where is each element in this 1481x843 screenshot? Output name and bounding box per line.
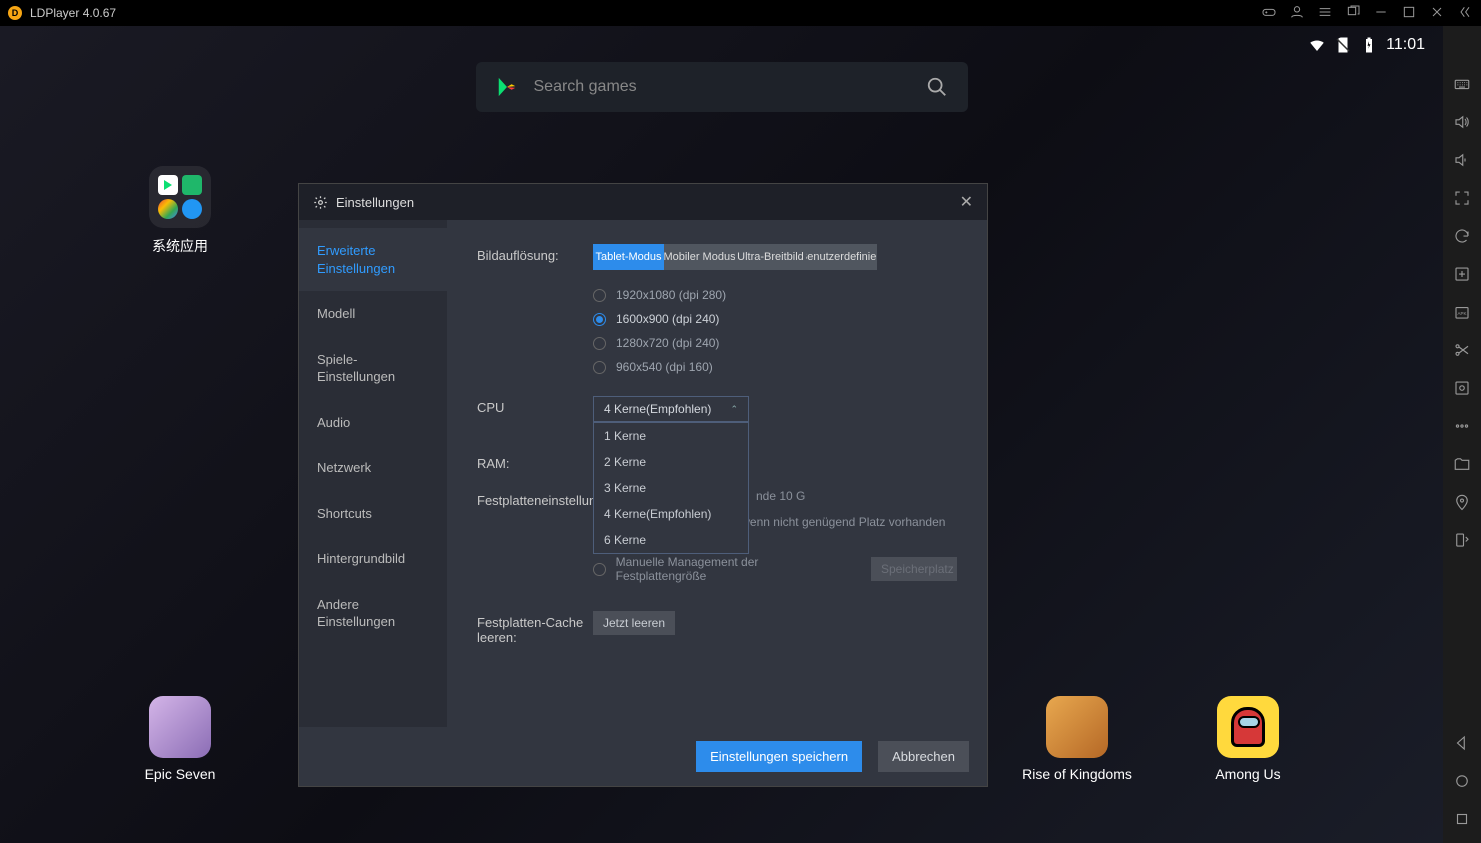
volume-down-icon[interactable] [1452,150,1472,170]
cache-label: Festplatten-Cache leeren: [477,611,593,645]
settings-modal: Einstellungen ✕ Erweiterte Einstellungen… [298,183,988,787]
operation-record-icon[interactable] [1452,378,1472,398]
cpu-opt-1[interactable]: 1 Kerne [594,423,748,449]
nav-game[interactable]: Spiele-Einstellungen [299,337,447,400]
nav-other[interactable]: Andere Einstellungen [299,582,447,645]
battery-icon [1360,36,1378,54]
cpu-dropdown-menu: 1 Kerne 2 Kerne 3 Kerne 4 Kerne(Empfohle… [593,422,749,554]
modal-header: Einstellungen ✕ [299,184,987,220]
apk-icon[interactable]: APK [1452,302,1472,322]
play-store-icon [496,75,518,99]
volume-up-icon[interactable] [1452,112,1472,132]
nav-network[interactable]: Netzwerk [299,445,447,491]
search-bar[interactable] [476,62,968,112]
system-apps-folder[interactable]: 系统应用 [135,166,225,256]
multi-window-icon[interactable] [1345,4,1361,23]
wifi-icon [1308,36,1326,54]
nav-model[interactable]: Modell [299,291,447,337]
home-icon[interactable] [1452,771,1472,791]
disk-label: Festplatteneinstellungen: [477,489,593,508]
tab-tablet[interactable]: Tablet-Modus [593,244,664,270]
expand-disk-button[interactable]: Speicherplatz erweitern [871,557,957,581]
menu-icon[interactable] [1317,4,1333,23]
res-960[interactable]: 960x540 (dpi 160) [593,360,957,374]
close-icon[interactable] [1429,4,1445,23]
svg-text:APK: APK [1457,311,1466,316]
chevron-up-icon: ⌃ [730,404,738,415]
tab-custom[interactable]: Benutzerdefiniert [806,244,877,270]
app-logo-icon: D [8,6,22,20]
search-icon[interactable] [926,76,948,98]
res-1280[interactable]: 1280x720 (dpi 240) [593,336,957,350]
fullscreen-icon[interactable] [1452,188,1472,208]
nav-shortcuts[interactable]: Shortcuts [299,491,447,537]
modal-close-button[interactable]: ✕ [960,192,973,212]
ram-label: RAM: [477,452,593,471]
cpu-opt-2[interactable]: 2 Kerne [594,449,748,475]
cpu-selected: 4 Kerne(Empfohlen) [604,402,711,416]
right-toolbar: APK [1443,26,1481,843]
cpu-opt-6[interactable]: 6 Kerne [594,527,748,553]
cancel-button[interactable]: Abbrechen [878,741,969,772]
app-rise-of-kingdoms[interactable]: Rise of Kingdoms [1022,696,1132,782]
minimize-icon[interactable] [1373,4,1389,23]
cpu-dropdown[interactable]: 4 Kerne(Empfohlen) ⌃ 1 Kerne 2 Kerne 3 K… [593,396,749,422]
search-input[interactable] [534,78,910,96]
nav-wallpaper[interactable]: Hintergrundbild [299,536,447,582]
modal-footer: Einstellungen speichern Abbrechen [299,727,987,786]
disk-hint: nde 10 G [756,489,957,503]
modal-title: Einstellungen [336,195,414,210]
gamepad-icon[interactable] [1261,4,1277,23]
disk-manual-option[interactable]: Manuelle Management der Festplattengröße… [593,555,957,583]
window-title: LDPlayer 4.0.67 [30,6,116,20]
location-icon[interactable] [1452,492,1472,512]
clock: 11:01 [1386,36,1425,54]
app-epic-seven[interactable]: Epic Seven [135,696,225,782]
nav-advanced[interactable]: Erweiterte Einstellungen [299,228,447,291]
sync-icon[interactable] [1452,226,1472,246]
gear-icon [313,195,328,210]
settings-panel: Bildauflösung: Tablet-Modus Mobiler Modu… [447,220,987,727]
desktop-area: 11:01 系统应用 Epic Seven Arknights Clash of… [0,26,1443,843]
multi-instance-icon[interactable] [1452,264,1472,284]
keyboard-icon[interactable] [1452,74,1472,94]
cpu-opt-3[interactable]: 3 Kerne [594,475,748,501]
resolution-label: Bildauflösung: [477,244,593,263]
back-icon[interactable] [1452,733,1472,753]
tab-mobile[interactable]: Mobiler Modus [664,244,735,270]
cpu-label: CPU [477,396,593,415]
save-button[interactable]: Einstellungen speichern [696,741,862,772]
cpu-opt-4[interactable]: 4 Kerne(Empfohlen) [594,501,748,527]
shared-folder-icon[interactable] [1452,454,1472,474]
res-1920[interactable]: 1920x1080 (dpi 280) [593,288,957,302]
settings-nav: Erweiterte Einstellungen Modell Spiele-E… [299,220,447,727]
app-among-us[interactable]: Among Us [1203,696,1293,782]
window-titlebar: D LDPlayer 4.0.67 [0,0,1481,26]
folder-label: 系统应用 [135,236,225,256]
rotate-icon[interactable] [1452,530,1472,550]
clear-cache-button[interactable]: Jetzt leeren [593,611,675,635]
user-icon[interactable] [1289,4,1305,23]
nav-audio[interactable]: Audio [299,400,447,446]
resolution-mode-tabs: Tablet-Modus Mobiler Modus Ultra-Breitbi… [593,244,877,270]
recents-icon[interactable] [1452,809,1472,829]
res-1600[interactable]: 1600x900 (dpi 240) [593,312,957,326]
maximize-icon[interactable] [1401,4,1417,23]
more-icon[interactable] [1452,416,1472,436]
titlebar-controls [1261,4,1473,23]
tab-ultrawide[interactable]: Ultra-Breitbild [735,244,806,270]
scissors-icon[interactable] [1452,340,1472,360]
collapse-icon[interactable] [1457,4,1473,23]
android-statusbar: 11:01 [1308,36,1425,54]
no-sim-icon [1334,36,1352,54]
